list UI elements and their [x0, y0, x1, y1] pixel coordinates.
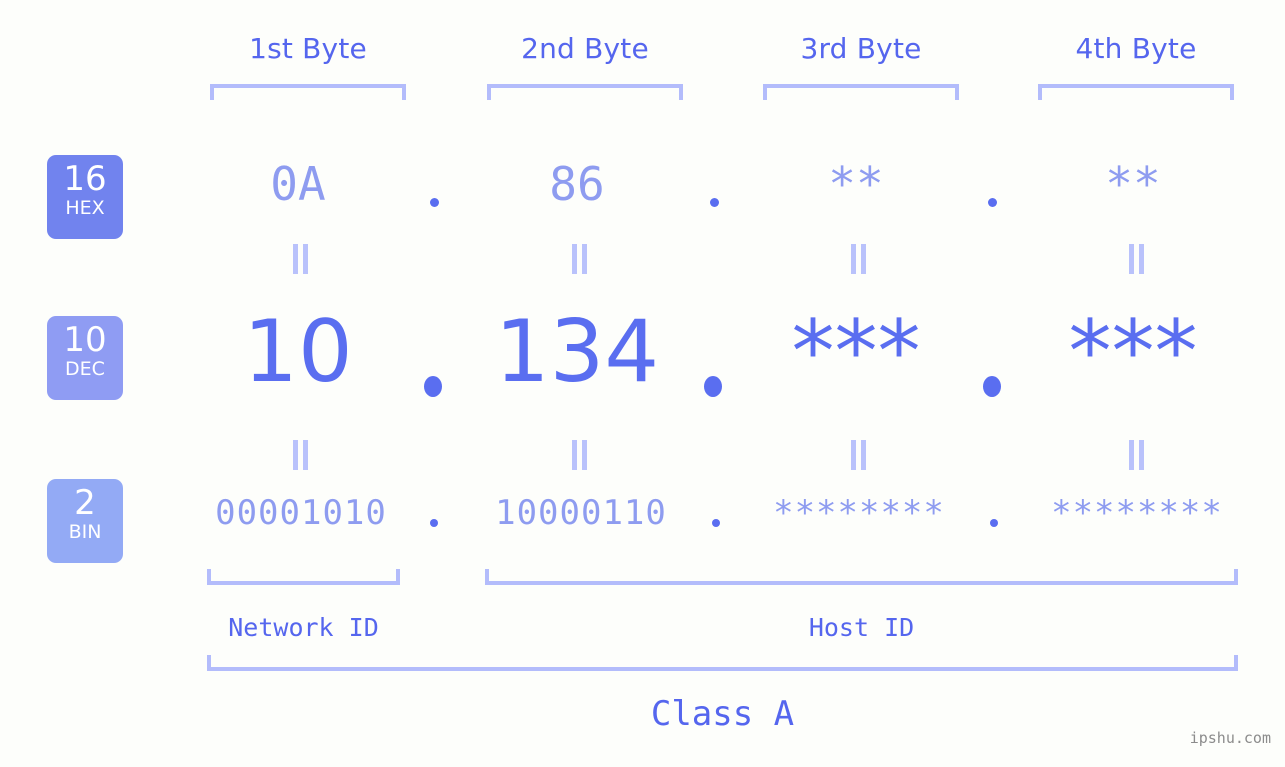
hex-dot-separator-2 — [710, 198, 719, 207]
byte-bracket-top-3 — [763, 84, 959, 100]
hex-dot-separator-3 — [988, 198, 997, 207]
byte-bracket-top-1 — [210, 84, 406, 100]
equals-icon-dec-bin-3 — [850, 440, 868, 470]
bin-byte-4: ******** — [1051, 493, 1223, 533]
base-badge-hex: 16 HEX — [47, 155, 123, 239]
ip-address-byte-breakdown-diagram: 1st Byte 2nd Byte 3rd Byte 4th Byte 16 H… — [0, 0, 1285, 767]
hex-byte-2: 86 — [549, 157, 605, 211]
network-id-bracket — [207, 569, 400, 585]
equals-icon-dec-bin-1 — [292, 440, 310, 470]
hex-dot-separator-1 — [430, 198, 439, 207]
dec-byte-3: *** — [791, 302, 921, 402]
byte-header-2: 2nd Byte — [521, 32, 649, 65]
dec-dot-separator-1 — [424, 376, 442, 397]
hex-byte-4: ** — [1105, 157, 1161, 211]
dec-dot-separator-2 — [704, 376, 722, 397]
bin-dot-separator-3 — [990, 519, 998, 527]
class-bracket — [207, 655, 1238, 671]
network-id-label: Network ID — [228, 613, 379, 642]
equals-icon-hex-dec-1 — [292, 244, 310, 274]
base-badge-dec-abbr: DEC — [65, 358, 105, 380]
equals-icon-hex-dec-4 — [1128, 244, 1146, 274]
equals-icon-dec-bin-4 — [1128, 440, 1146, 470]
base-badge-hex-abbr: HEX — [65, 197, 105, 219]
dec-dot-separator-3 — [983, 376, 1001, 397]
base-badge-bin-number: 2 — [74, 483, 96, 523]
bin-byte-2: 10000110 — [495, 493, 667, 533]
bin-dot-separator-1 — [430, 519, 438, 527]
base-badge-hex-number: 16 — [63, 159, 107, 199]
byte-bracket-top-2 — [487, 84, 683, 100]
dec-byte-4: *** — [1068, 302, 1198, 402]
dec-byte-2: 134 — [494, 302, 660, 402]
host-id-bracket — [485, 569, 1238, 585]
watermark: ipshu.com — [1189, 729, 1271, 747]
base-badge-bin-abbr: BIN — [68, 521, 102, 543]
bin-dot-separator-2 — [712, 519, 720, 527]
class-label: Class A — [650, 694, 795, 734]
bin-byte-1: 00001010 — [215, 493, 387, 533]
hex-byte-3: ** — [828, 157, 884, 211]
dec-byte-1: 10 — [243, 302, 353, 402]
base-badge-dec: 10 DEC — [47, 316, 123, 400]
byte-header-1: 1st Byte — [249, 32, 367, 65]
equals-icon-hex-dec-2 — [571, 244, 589, 274]
equals-icon-dec-bin-2 — [571, 440, 589, 470]
host-id-label: Host ID — [808, 613, 915, 642]
byte-bracket-top-4 — [1038, 84, 1234, 100]
equals-icon-hex-dec-3 — [850, 244, 868, 274]
byte-header-4: 4th Byte — [1075, 32, 1197, 65]
hex-byte-1: 0A — [270, 157, 326, 211]
byte-header-3: 3rd Byte — [800, 32, 922, 65]
base-badge-bin: 2 BIN — [47, 479, 123, 563]
bin-byte-3: ******** — [773, 493, 945, 533]
base-badge-dec-number: 10 — [63, 320, 107, 360]
